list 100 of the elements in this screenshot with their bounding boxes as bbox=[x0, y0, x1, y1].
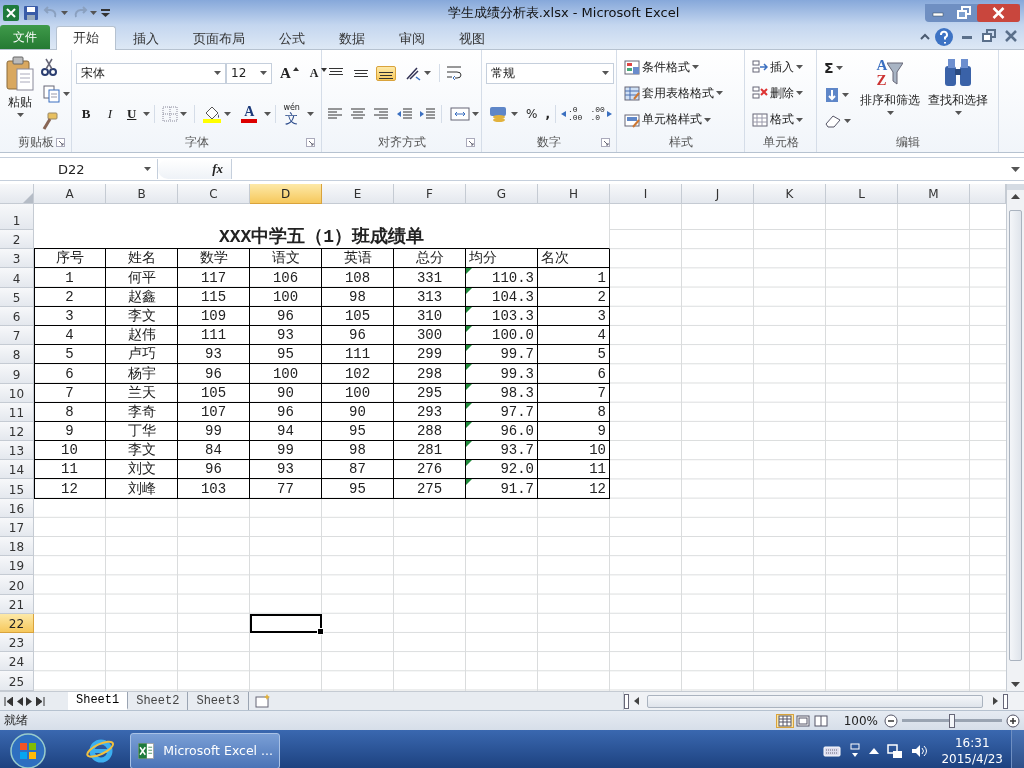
split-handle-icon[interactable] bbox=[1003, 693, 1008, 709]
fill-color-icon[interactable] bbox=[202, 105, 223, 123]
customize-icon[interactable] bbox=[101, 7, 110, 18]
row-header[interactable]: 5 bbox=[0, 287, 34, 307]
autosum-button[interactable]: Σ bbox=[821, 57, 854, 78]
active-cell[interactable] bbox=[250, 613, 322, 633]
first-sheet-icon[interactable] bbox=[4, 696, 13, 706]
row-header[interactable]: 4 bbox=[0, 268, 34, 288]
caret-icon[interactable] bbox=[954, 111, 962, 115]
number-format-dropdown[interactable]: 常规 bbox=[486, 62, 614, 84]
eraser-icon[interactable] bbox=[824, 113, 842, 128]
view-button[interactable] bbox=[775, 713, 794, 728]
find-select-button[interactable]: 查找和选择 bbox=[926, 54, 990, 133]
zoom-out-icon[interactable] bbox=[884, 713, 898, 728]
row-header[interactable]: 16 bbox=[0, 498, 34, 518]
caret-icon[interactable] bbox=[796, 65, 803, 70]
row-header[interactable]: 10 bbox=[0, 383, 34, 403]
column-header[interactable]: G bbox=[466, 184, 538, 204]
conditional-formatting-button[interactable]: 条件格式 bbox=[621, 56, 726, 78]
zoom-slider-thumb[interactable] bbox=[949, 713, 955, 728]
row-header[interactable]: 8 bbox=[0, 345, 34, 365]
format-as-table-button[interactable]: 套用表格格式 bbox=[621, 83, 726, 104]
last-sheet-icon[interactable] bbox=[36, 696, 45, 706]
column-header[interactable]: F bbox=[394, 184, 466, 204]
dialog-launcher-icon[interactable] bbox=[56, 138, 65, 147]
close-icon[interactable] bbox=[977, 3, 1020, 22]
percent-button[interactable]: % bbox=[523, 105, 541, 123]
increase-decimal-button[interactable]: .0 .00 bbox=[557, 104, 586, 124]
column-header[interactable]: L bbox=[826, 184, 898, 204]
caret-icon[interactable] bbox=[16, 113, 24, 117]
row-header[interactable]: 18 bbox=[0, 537, 34, 557]
font-name-dropdown[interactable]: 宋体 bbox=[76, 62, 226, 84]
caret-icon[interactable] bbox=[602, 71, 609, 75]
caret-icon[interactable] bbox=[886, 111, 894, 115]
row-header[interactable]: 7 bbox=[0, 325, 34, 346]
format-painter-icon[interactable] bbox=[40, 111, 58, 130]
caret-icon[interactable] bbox=[144, 167, 151, 171]
caret-icon[interactable] bbox=[704, 117, 711, 122]
show-hidden-icons-icon[interactable] bbox=[869, 746, 880, 755]
column-header[interactable]: C bbox=[178, 184, 250, 204]
row-header[interactable]: 19 bbox=[0, 556, 34, 576]
help-icon[interactable] bbox=[934, 27, 954, 47]
column-header[interactable]: B bbox=[106, 184, 178, 204]
insert-button[interactable]: 插入 bbox=[749, 56, 806, 78]
column-header[interactable]: H bbox=[538, 184, 610, 204]
save-icon[interactable] bbox=[23, 4, 39, 21]
row-header[interactable]: 22 bbox=[0, 613, 34, 633]
paste-button[interactable]: 粘贴 bbox=[4, 54, 36, 133]
view-button[interactable] bbox=[793, 713, 812, 728]
decrease-decimal-button[interactable]: .00 .0 bbox=[587, 104, 615, 124]
caret-icon[interactable] bbox=[692, 65, 699, 70]
caret-icon[interactable] bbox=[143, 112, 151, 116]
network-icon[interactable] bbox=[887, 742, 904, 759]
row-header[interactable]: 3 bbox=[0, 249, 34, 269]
wrap-text-icon[interactable] bbox=[445, 64, 463, 82]
phonetic-button[interactable]: wén 文 bbox=[280, 101, 303, 127]
caret-icon[interactable] bbox=[844, 118, 851, 123]
caret-icon[interactable] bbox=[61, 10, 68, 15]
caret-icon[interactable] bbox=[180, 112, 188, 116]
comma-button[interactable]: , bbox=[542, 105, 553, 123]
orientation-icon[interactable] bbox=[404, 65, 422, 81]
column-header[interactable]: I bbox=[610, 184, 682, 204]
column-header[interactable]: D bbox=[250, 184, 322, 204]
caret-icon[interactable] bbox=[716, 91, 723, 96]
caret-icon[interactable] bbox=[214, 71, 221, 75]
underline-button[interactable]: U bbox=[124, 104, 140, 124]
font-size-dropdown[interactable]: 12 bbox=[226, 62, 272, 84]
ribbon-tab[interactable]: 审阅 bbox=[382, 27, 442, 49]
column-header[interactable]: A bbox=[34, 184, 106, 204]
column-header[interactable]: K bbox=[754, 184, 826, 204]
split-handle-icon[interactable] bbox=[624, 693, 629, 709]
column-header[interactable]: M bbox=[898, 184, 970, 204]
row-header[interactable]: 11 bbox=[0, 402, 34, 422]
taskbar-app-button[interactable]: Microsoft Excel ... bbox=[130, 732, 280, 768]
caret-icon[interactable] bbox=[796, 91, 803, 96]
caret-icon[interactable] bbox=[835, 65, 843, 70]
grow-font-button[interactable]: A bbox=[277, 62, 302, 84]
ribbon-tab[interactable]: 插入 bbox=[116, 27, 176, 49]
ribbon-tab[interactable]: 页面布局 bbox=[176, 27, 262, 49]
fill-down-icon[interactable] bbox=[824, 86, 840, 103]
caret-icon[interactable] bbox=[63, 91, 70, 96]
dialog-launcher-icon[interactable] bbox=[466, 138, 475, 147]
currency-icon[interactable] bbox=[489, 105, 509, 123]
sort-filter-button[interactable]: A Z 排序和筛选 bbox=[858, 54, 922, 133]
caret-icon[interactable] bbox=[472, 112, 479, 116]
caret-icon[interactable] bbox=[424, 71, 431, 75]
column-header[interactable]: E bbox=[322, 184, 394, 204]
name-box[interactable]: D22 bbox=[0, 159, 158, 179]
column-header[interactable]: J bbox=[682, 184, 754, 204]
italic-button[interactable]: I bbox=[100, 104, 120, 124]
expand-icon[interactable] bbox=[1010, 166, 1020, 172]
clock[interactable]: 16:31 2015/4/23 bbox=[941, 734, 1003, 767]
cell-styles-button[interactable]: 单元格样式 bbox=[621, 109, 726, 131]
caret-icon[interactable] bbox=[90, 10, 97, 15]
row-header[interactable]: 1 bbox=[0, 204, 34, 230]
caret-icon[interactable] bbox=[511, 112, 518, 116]
row-header[interactable]: 14 bbox=[0, 460, 34, 480]
row-header[interactable]: 25 bbox=[0, 671, 34, 691]
row-header[interactable]: 13 bbox=[0, 441, 34, 461]
row-header[interactable]: 23 bbox=[0, 632, 34, 653]
